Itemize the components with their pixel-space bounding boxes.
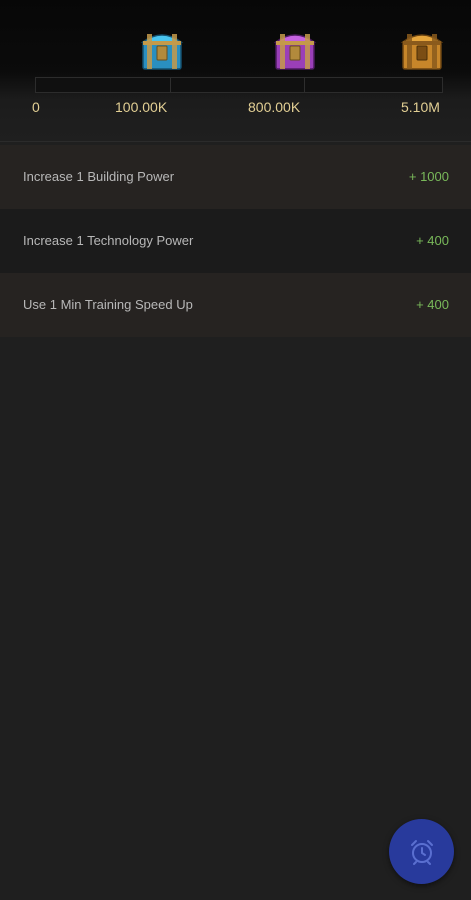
blue-chest-icon bbox=[140, 34, 184, 70]
alarm-clock-icon bbox=[410, 839, 433, 865]
reward-chest-3[interactable] bbox=[397, 26, 447, 72]
purple-chest-icon bbox=[273, 34, 317, 70]
progress-divider bbox=[304, 78, 305, 92]
reward-chest-2[interactable] bbox=[270, 26, 320, 72]
task-points: + 400 bbox=[416, 297, 449, 312]
reward-chest-1[interactable] bbox=[137, 26, 187, 72]
task-label: Increase 1 Building Power bbox=[23, 169, 175, 184]
milestone-label-2: 800.00K bbox=[248, 99, 301, 115]
task-points: + 1000 bbox=[408, 169, 449, 184]
milestone-label-1: 100.00K bbox=[115, 99, 168, 115]
task-list: Increase 1 Building Power + 1000 Increas… bbox=[0, 145, 471, 337]
progress-divider bbox=[170, 78, 171, 92]
milestone-label-0: 0 bbox=[32, 99, 40, 115]
task-row: Use 1 Min Training Speed Up + 400 bbox=[0, 273, 471, 337]
task-row: Increase 1 Building Power + 1000 bbox=[0, 145, 471, 209]
alarm-button[interactable] bbox=[389, 819, 454, 884]
task-points: + 400 bbox=[416, 233, 449, 248]
gold-chest-icon bbox=[400, 34, 444, 70]
reward-progress-panel: 0 100.00K 800.00K 5.10M bbox=[0, 0, 471, 142]
milestone-label-3: 5.10M bbox=[401, 99, 440, 115]
task-label: Use 1 Min Training Speed Up bbox=[23, 297, 193, 312]
event-screen: 0 100.00K 800.00K 5.10M Increase 1 Build… bbox=[0, 0, 471, 900]
points-progress-bar bbox=[35, 77, 443, 93]
task-label: Increase 1 Technology Power bbox=[23, 233, 194, 248]
task-row: Increase 1 Technology Power + 400 bbox=[0, 209, 471, 273]
